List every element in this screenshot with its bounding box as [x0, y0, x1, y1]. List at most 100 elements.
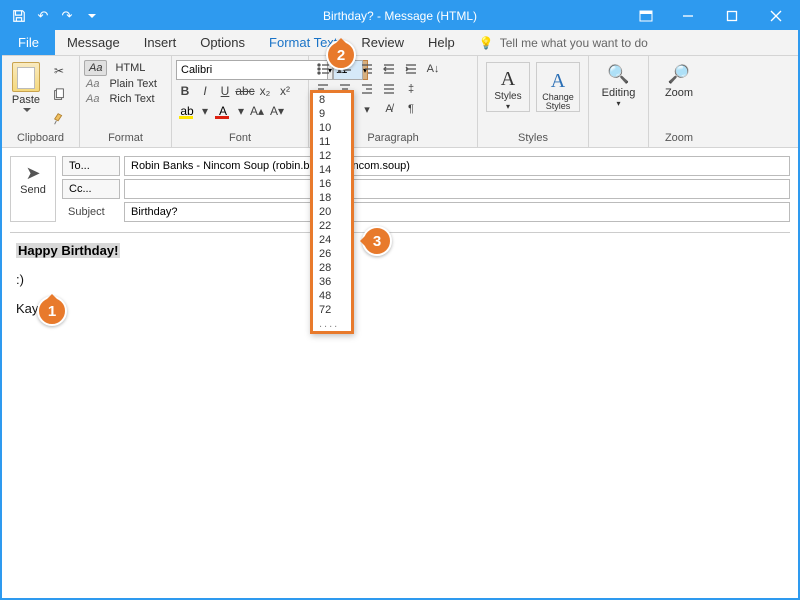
chevron-down-icon — [23, 108, 31, 116]
font-size-option[interactable]: 48 — [313, 289, 351, 303]
sort-button[interactable]: A↓ — [423, 60, 443, 78]
to-button[interactable]: To... — [62, 156, 120, 176]
copy-button[interactable] — [48, 84, 70, 106]
subscript-button[interactable]: x₂ — [256, 82, 274, 100]
font-size-option[interactable]: 72 — [313, 303, 351, 317]
ribbon-display-options-icon[interactable] — [626, 2, 666, 30]
grow-font-button[interactable]: A▴ — [248, 102, 266, 120]
ribbon: Paste ✂ Clipboard AaHTML AaPlain Text Aa… — [2, 56, 798, 148]
tab-review[interactable]: Review — [349, 30, 416, 55]
font-size-option[interactable]: 36 — [313, 275, 351, 289]
shrink-font-button[interactable]: A▾ — [268, 102, 286, 120]
align-right-button[interactable] — [357, 80, 377, 98]
line-spacing-button[interactable]: ‡ — [401, 80, 421, 98]
show-marks-button[interactable]: ¶ — [401, 100, 421, 118]
chevron-down-icon[interactable]: ▾ — [236, 102, 246, 120]
tab-options[interactable]: Options — [188, 30, 257, 55]
send-button[interactable]: ➤ Send — [10, 156, 56, 222]
tab-file[interactable]: File — [2, 30, 55, 55]
quick-access-toolbar: ↶ ↷ — [2, 5, 102, 27]
more-icon: .... — [313, 317, 351, 331]
tab-help[interactable]: Help — [416, 30, 467, 55]
italic-button[interactable]: I — [196, 82, 214, 100]
close-button[interactable] — [754, 2, 798, 30]
font-size-option[interactable]: 8 — [313, 93, 351, 107]
undo-icon[interactable]: ↶ — [32, 5, 54, 27]
group-format: AaHTML AaPlain Text AaRich Text Format — [80, 56, 172, 147]
justify-button[interactable] — [379, 80, 399, 98]
font-size-option[interactable]: 26 — [313, 247, 351, 261]
underline-button[interactable]: U — [216, 82, 234, 100]
body-line: Kayla. — [16, 301, 784, 316]
font-size-option[interactable]: 16 — [313, 177, 351, 191]
window-controls — [626, 2, 798, 30]
cut-button[interactable]: ✂ — [48, 60, 70, 82]
strikethrough-button[interactable]: abc — [236, 82, 254, 100]
font-size-option[interactable]: 24 — [313, 233, 351, 247]
paste-icon — [12, 62, 40, 92]
font-name-input[interactable] — [176, 60, 328, 80]
font-size-option[interactable]: 18 — [313, 191, 351, 205]
highlight-button[interactable]: ab — [176, 102, 198, 120]
format-rich[interactable]: Rich Text — [107, 92, 156, 106]
font-size-dropdown-list[interactable]: 891011121416182022242628364872.... — [310, 90, 354, 334]
superscript-button[interactable]: x² — [276, 82, 294, 100]
zoom-button[interactable]: 🔎 Zoom — [653, 60, 705, 103]
menu-tabs: File Message Insert Options Format Text … — [2, 30, 798, 56]
decrease-indent-button[interactable] — [379, 60, 399, 78]
callout-1: 1 — [37, 296, 67, 326]
font-size-option[interactable]: 20 — [313, 205, 351, 219]
font-size-option[interactable]: 9 — [313, 107, 351, 121]
aa-icon: Aa — [84, 60, 107, 76]
font-size-option[interactable]: 12 — [313, 149, 351, 163]
cc-field[interactable] — [124, 179, 790, 199]
font-size-option[interactable]: 10 — [313, 121, 351, 135]
zoom-icon: 🔎 — [668, 64, 690, 85]
maximize-button[interactable] — [710, 2, 754, 30]
increase-indent-button[interactable] — [401, 60, 421, 78]
font-size-option[interactable]: 11 — [313, 135, 351, 149]
selected-text: Happy Birthday! — [16, 243, 120, 258]
group-styles: AStyles▾ AChange Styles Styles — [478, 56, 589, 147]
paste-button[interactable]: Paste — [6, 60, 46, 130]
change-styles-button[interactable]: AChange Styles — [536, 62, 580, 112]
tab-insert[interactable]: Insert — [132, 30, 189, 55]
format-plain[interactable]: Plain Text — [107, 77, 159, 91]
font-size-option[interactable]: 14 — [313, 163, 351, 177]
to-field[interactable] — [124, 156, 790, 176]
group-label: Styles — [482, 130, 584, 147]
minimize-button[interactable] — [666, 2, 710, 30]
body-line: :) — [16, 272, 784, 287]
group-zoom: 🔎 Zoom Zoom — [649, 56, 709, 147]
editing-button[interactable]: 🔍 Editing ▾ — [593, 60, 644, 112]
group-label: Format — [84, 130, 167, 147]
chevron-down-icon[interactable]: ▾ — [357, 100, 377, 118]
styles-button[interactable]: AStyles▾ — [486, 62, 530, 112]
send-icon: ➤ — [25, 163, 40, 184]
group-editing: 🔍 Editing ▾ — [589, 56, 649, 147]
redo-icon[interactable]: ↷ — [56, 5, 78, 27]
format-html[interactable]: HTML — [113, 61, 147, 75]
chevron-down-icon[interactable]: ▾ — [200, 102, 210, 120]
format-painter-button[interactable] — [48, 108, 70, 130]
cc-button[interactable]: Cc... — [62, 179, 120, 199]
find-icon: 🔍 — [607, 64, 629, 85]
subject-label: Subject — [62, 202, 120, 222]
font-size-option[interactable]: 28 — [313, 261, 351, 275]
aa-icon: Aa — [84, 92, 101, 106]
multilevel-button[interactable] — [357, 60, 377, 78]
group-clipboard: Paste ✂ Clipboard — [2, 56, 80, 147]
qat-more-icon[interactable] — [80, 5, 102, 27]
message-body[interactable]: Happy Birthday! :) Kayla. — [10, 232, 790, 542]
callout-2: 2 — [326, 40, 356, 70]
clear-formatting-button[interactable]: A̸ — [379, 100, 399, 118]
font-color-button[interactable]: A — [212, 102, 234, 120]
tell-me[interactable]: 💡Tell me what you want to do — [467, 30, 660, 55]
tab-message[interactable]: Message — [55, 30, 132, 55]
subject-field[interactable] — [124, 202, 790, 222]
bold-button[interactable]: B — [176, 82, 194, 100]
group-label: Clipboard — [6, 130, 75, 147]
save-icon[interactable] — [8, 5, 30, 27]
font-size-option[interactable]: 22 — [313, 219, 351, 233]
group-font: ▾ ▾ B I U abc x₂ x² ab ▾ A ▾ A▴ A▾ Font — [172, 56, 309, 147]
